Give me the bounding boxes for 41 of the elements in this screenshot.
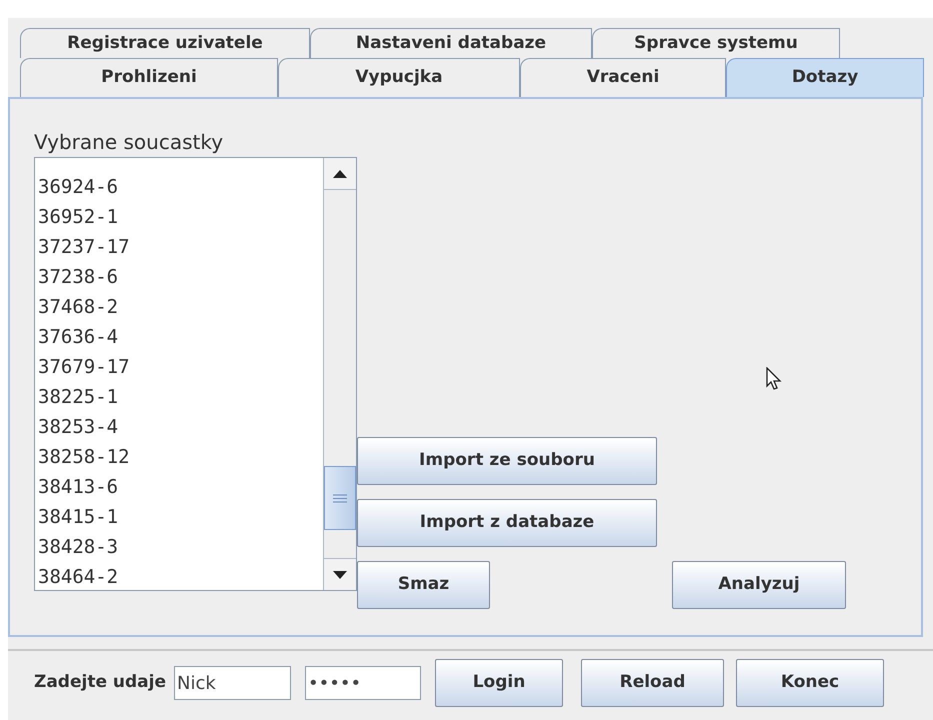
scrollbar[interactable] [323, 158, 356, 590]
down-arrow-icon [333, 570, 347, 578]
exit-button[interactable]: Konec [736, 659, 884, 707]
up-arrow-icon [333, 170, 347, 178]
tab[interactable]: Registrace uzivatele [20, 28, 310, 58]
list-item[interactable]: 38415-1 [35, 502, 323, 532]
import-file-button[interactable]: Import ze souboru [357, 437, 657, 485]
grip-icon [333, 494, 347, 502]
parts-list[interactable]: 36924-6 36952-1 37237-17 37238-6 37468-2 37636-4 37679-17 38225-1 38253-4 38258-12 38413-6 38415-1 38428-3 38464-2 [34, 157, 357, 591]
tab[interactable]: Dotazy [726, 58, 924, 97]
login-label: Zadejte udaje [34, 671, 166, 694]
pointer-cursor-icon [766, 367, 784, 391]
list-item[interactable]: 38225-1 [35, 382, 323, 412]
tab[interactable]: Spravce systemu [592, 28, 840, 58]
list-item[interactable]: 37468-2 [35, 292, 323, 322]
list-item[interactable]: 38413-6 [35, 472, 323, 502]
reload-button[interactable]: Reload [581, 659, 724, 707]
delete-button[interactable]: Smaz [357, 561, 490, 609]
scroll-up-button[interactable] [324, 158, 356, 190]
password-field[interactable]: ••••• [305, 666, 421, 700]
tab[interactable]: Prohlizeni [20, 58, 278, 97]
list-item[interactable]: 38258-12 [35, 442, 323, 472]
list-item[interactable]: 37237-17 [35, 232, 323, 262]
username-field[interactable]: Nick [174, 666, 291, 700]
section-heading: Vybrane soucastky [34, 129, 224, 155]
list-item[interactable]: 36924-6 [35, 172, 323, 202]
list-item[interactable]: 37679-17 [35, 352, 323, 382]
list-item[interactable]: 38253-4 [35, 412, 323, 442]
login-button[interactable]: Login [435, 659, 563, 707]
tab[interactable]: Vraceni [520, 58, 726, 97]
analyze-button[interactable]: Analyzuj [672, 561, 846, 609]
tab[interactable]: Vypucjka [278, 58, 520, 97]
scroll-thumb[interactable] [324, 466, 356, 530]
list-item[interactable]: 37636-4 [35, 322, 323, 352]
import-database-button[interactable]: Import z databaze [357, 499, 657, 547]
scroll-down-button[interactable] [324, 558, 356, 590]
list-item[interactable]: 36952-1 [35, 202, 323, 232]
list-item[interactable]: 37238-6 [35, 262, 323, 292]
list-item[interactable]: 38428-3 [35, 532, 323, 562]
tab[interactable]: Nastaveni databaze [310, 28, 592, 58]
list-item[interactable]: 38464-2 [35, 562, 323, 590]
